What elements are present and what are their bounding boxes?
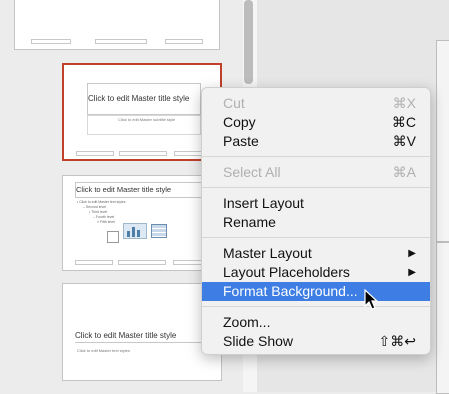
thumb-title-text: Click to edit Master title style [88,94,190,103]
menu-item-rename[interactable]: Rename [202,213,430,232]
menu-separator [202,237,430,238]
slide-thumbnail-3[interactable]: Click to edit Master title style • Click… [62,175,222,271]
thumb-footer-right [165,39,203,44]
chart-icon [123,223,147,239]
menu-item-cut[interactable]: Cut ⌘X [202,94,430,113]
shortcut-cut: ⌘X [392,95,416,111]
menu-item-format-background[interactable]: Format Background... [202,282,430,301]
shortcut-select-all: ⌘A [392,164,416,180]
slide-thumbnail-2[interactable]: Click to edit Master title style Click t… [62,63,222,161]
thumb-body-text: Click to edit Master text styles [77,348,130,353]
menu-item-select-all[interactable]: Select All ⌘A [202,163,430,182]
thumb-footer-center [119,151,167,156]
thumb-subtitle-placeholder: Click to edit Master subtitle style [87,115,201,135]
menu-item-paste[interactable]: Paste ⌘V [202,132,430,151]
thumb-subtitle-text: Click to edit Master subtitle style [118,117,176,122]
canvas-slide-edge [436,40,449,242]
menu-item-copy[interactable]: Copy ⌘C [202,113,430,132]
thumb-title-text: Click to edit Master title style [76,185,172,194]
shortcut-slide-show: ⇧⌘↩ [378,333,416,349]
menu-item-master-layout[interactable]: Master Layout ▶ [202,244,430,263]
shortcut-paste: ⌘V [392,133,416,149]
slide-thumbnail-4[interactable]: Click to edit Master title style Click t… [62,283,222,381]
canvas-slide-edge-lower [436,242,449,394]
thumb-footer-center [118,260,166,265]
slide-thumbnail-1[interactable] [14,0,220,50]
menu-separator [202,156,430,157]
thumb-footer-left [31,39,71,44]
table-icon [151,224,167,238]
shortcut-copy: ⌘C [391,114,416,130]
thumb-title-text: Click to edit Master title style [75,331,177,340]
mouse-pointer-icon [364,289,379,310]
thumb-footer-left [76,151,114,156]
menu-item-slide-show[interactable]: Slide Show ⇧⌘↩ [202,332,430,351]
thumb-title-placeholder: Click to edit Master title style [75,182,213,198]
picture-icon [107,231,119,243]
menu-item-layout-placeholders[interactable]: Layout Placeholders ▶ [202,263,430,282]
thumb-title-placeholder: Click to edit Master title style [75,314,211,343]
thumb-bullet-5: » Fifth level [97,220,115,224]
menu-separator [202,187,430,188]
context-menu: Cut ⌘X Copy ⌘C Paste ⌘V Select All ⌘A In… [201,87,431,355]
submenu-arrow-icon: ▶ [408,248,416,259]
thumb-title-placeholder: Click to edit Master title style [87,83,201,115]
menu-item-insert-layout[interactable]: Insert Layout [202,194,430,213]
scrollbar-thumb[interactable] [244,0,253,84]
menu-item-zoom[interactable]: Zoom... [202,313,430,332]
thumb-footer-center [95,39,147,44]
submenu-arrow-icon: ▶ [408,267,416,278]
menu-separator [202,306,430,307]
thumb-footer-left [75,260,113,265]
